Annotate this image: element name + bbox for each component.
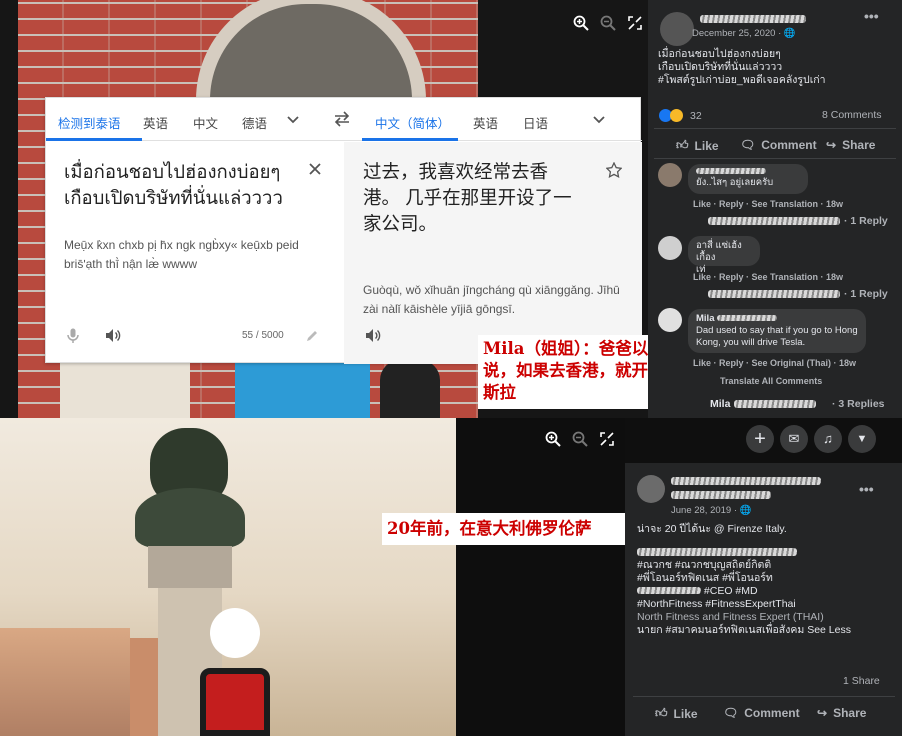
char-count: 55 / 5000 xyxy=(242,330,284,341)
comment-icon: 🗨︎ xyxy=(723,706,739,720)
bottom-photo xyxy=(0,418,625,736)
fullscreen-icon[interactable] xyxy=(626,14,644,32)
source-text[interactable]: เมื่อก่อนชอบไปฮ่องกงบ่อยๆ เกือบเปิดบริษั… xyxy=(64,159,304,211)
mic-icon[interactable] xyxy=(67,328,79,349)
translated-romanization: Guòqù, wǒ xǐhuān jīngcháng qù xiānggǎng.… xyxy=(363,283,620,316)
target-pane: 过去，我喜欢经常去香港。 几乎在那里开设了一家公司。 Guòqù, wǒ xǐh… xyxy=(344,142,642,364)
plus-icon[interactable]: + xyxy=(746,425,774,453)
zoom-in-icon[interactable] xyxy=(544,430,562,448)
messenger-icon[interactable]: ✉︎ xyxy=(780,425,808,453)
share-arrow-icon: ↪ xyxy=(826,138,837,152)
bell-icon[interactable]: ♫ xyxy=(814,425,842,453)
comment-meta[interactable]: Like · Reply · See Translation · 18w xyxy=(693,199,843,209)
avatar[interactable] xyxy=(660,12,694,46)
share-button[interactable]: ↪ Share xyxy=(817,706,866,720)
blue-door xyxy=(235,360,370,418)
collage: 检测到泰语 英语 中文 德语 中文（简体） 英语 日语 เมื่อก่อนชอบ… xyxy=(0,0,902,736)
edit-icon[interactable] xyxy=(306,329,319,347)
view-replies[interactable]: · 3 Replies xyxy=(832,398,885,410)
share-arrow-icon: ↪ xyxy=(817,706,828,720)
facebook-post-1: December 25, 2020 · 🌐 ••• เมื่อก่อนชอบไป… xyxy=(648,0,902,418)
photo-caption: 20年前，在意大利佛罗伦萨 xyxy=(382,513,625,545)
comment-bubble: อาสี่ แซ่เฮ้ง เกื้อง เท่ xyxy=(688,236,760,275)
comment-icon: 🗨︎ xyxy=(740,138,756,152)
source-pane: เมื่อก่อนชอบไปฮ่องกงบ่อยๆ เกือบเปิดบริษั… xyxy=(46,142,343,364)
person-red-jacket xyxy=(200,668,270,736)
more-options-icon[interactable]: ••• xyxy=(864,8,879,24)
comment-meta[interactable]: Like · Reply · See Original (Thai) · 18w xyxy=(693,358,856,368)
wow-reaction-icon xyxy=(670,109,683,122)
bust-shoulders xyxy=(135,488,245,548)
tab-detected-thai[interactable]: 检测到泰语 xyxy=(58,113,121,132)
tab-src-english[interactable]: 英语 xyxy=(143,113,168,132)
language-tabs: 检测到泰语 英语 中文 德语 中文（简体） 英语 日语 xyxy=(46,98,642,141)
zoom-in-icon[interactable] xyxy=(572,14,590,32)
globe-icon: 🌐 xyxy=(783,28,796,39)
photo-toolbar xyxy=(572,14,644,32)
action-strip: + ✉︎ ♫ ▼ xyxy=(625,418,902,463)
reactions[interactable]: 32 xyxy=(659,109,702,122)
star-icon[interactable] xyxy=(605,161,623,183)
avatar[interactable] xyxy=(658,236,682,260)
tab-dst-english[interactable]: 英语 xyxy=(473,113,498,132)
zoom-out-icon[interactable] xyxy=(599,14,617,32)
reply-author[interactable]: Mila xyxy=(710,398,730,410)
thumbs-up-icon: 👍︎ xyxy=(655,706,668,720)
zoom-out-icon[interactable] xyxy=(571,430,589,448)
redacted-name xyxy=(700,15,806,23)
comment-bubble: Mila Dad used to say that if you go to H… xyxy=(688,309,866,353)
shares-count[interactable]: 1 Share xyxy=(843,675,880,687)
more-options-icon[interactable]: ••• xyxy=(859,481,874,497)
speaker-icon[interactable] xyxy=(105,328,121,348)
globe-icon: 🌐 xyxy=(739,505,752,516)
like-button[interactable]: 👍︎ Like xyxy=(655,706,698,721)
avatar[interactable] xyxy=(637,475,665,503)
tab-dst-chinese-simplified[interactable]: 中文（简体） xyxy=(375,113,450,132)
source-romanization: Meụ̄x k̀xn chxb pị h̄x ngk ngb̀xy« keụ̄x… xyxy=(64,238,299,271)
person xyxy=(380,360,440,418)
photo-toolbar xyxy=(544,430,616,448)
chevron-down-icon[interactable] xyxy=(592,112,606,131)
view-replies[interactable]: · 1 Reply xyxy=(844,215,888,227)
comment-meta[interactable]: Like · Reply · See Translation · 18w xyxy=(693,272,843,282)
tab-src-german[interactable]: 德语 xyxy=(242,113,267,132)
post-date[interactable]: December 25, 2020 · xyxy=(692,28,784,39)
translate-all-comments[interactable]: Translate All Comments xyxy=(720,376,822,386)
comments-count[interactable]: 8 Comments xyxy=(822,109,882,121)
redacted-name xyxy=(671,477,821,485)
swap-icon[interactable] xyxy=(333,111,351,132)
chevron-down-icon[interactable] xyxy=(286,112,300,131)
comment-button[interactable]: 🗨︎ Comment xyxy=(723,706,800,720)
fullscreen-icon[interactable] xyxy=(598,430,616,448)
tab-dst-japanese[interactable]: 日语 xyxy=(523,113,548,132)
view-replies[interactable]: · 1 Reply xyxy=(844,288,888,300)
mila-caption: Mila（姐姐）：爸爸以前说，如果去香港，就开特斯拉 xyxy=(478,335,676,409)
thumbs-up-icon: 👍︎ xyxy=(676,138,689,152)
chevron-down-icon[interactable]: ▼ xyxy=(848,425,876,453)
like-button[interactable]: 👍︎ Like xyxy=(676,138,719,153)
translated-text: 过去，我喜欢经常去香港。 几乎在那里开设了一家公司。 xyxy=(363,161,572,234)
post-date[interactable]: June 28, 2019 · xyxy=(671,505,740,516)
avatar[interactable] xyxy=(658,308,682,332)
buildings xyxy=(0,628,130,736)
share-button[interactable]: ↪ Share xyxy=(826,138,875,152)
face-blur xyxy=(210,608,260,658)
tab-src-chinese[interactable]: 中文 xyxy=(193,113,218,132)
comment-button[interactable]: 🗨︎ Comment xyxy=(740,138,817,152)
pedestal-top xyxy=(148,546,232,588)
comment-bubble: ยัง..ไสๆ อยู่เลยครับ xyxy=(688,164,808,194)
translator-card: 检测到泰语 英语 中文 德语 中文（简体） 英语 日语 เมื่อก่อนชอบ… xyxy=(45,97,642,364)
facebook-post-2: June 28, 2019 · 🌐 ••• น่าจะ 20 ปีได้นะ @… xyxy=(625,463,902,736)
speaker-icon[interactable] xyxy=(365,328,381,348)
close-icon[interactable] xyxy=(308,162,322,181)
avatar[interactable] xyxy=(658,163,682,187)
post-text: น่าจะ 20 ปีได้นะ @ Firenze Italy. #ณวกช … xyxy=(637,523,851,636)
post-text: เมื่อก่อนชอบไปฮ่องกงบ่อยๆ เกือบเปิดบริษั… xyxy=(658,48,826,86)
